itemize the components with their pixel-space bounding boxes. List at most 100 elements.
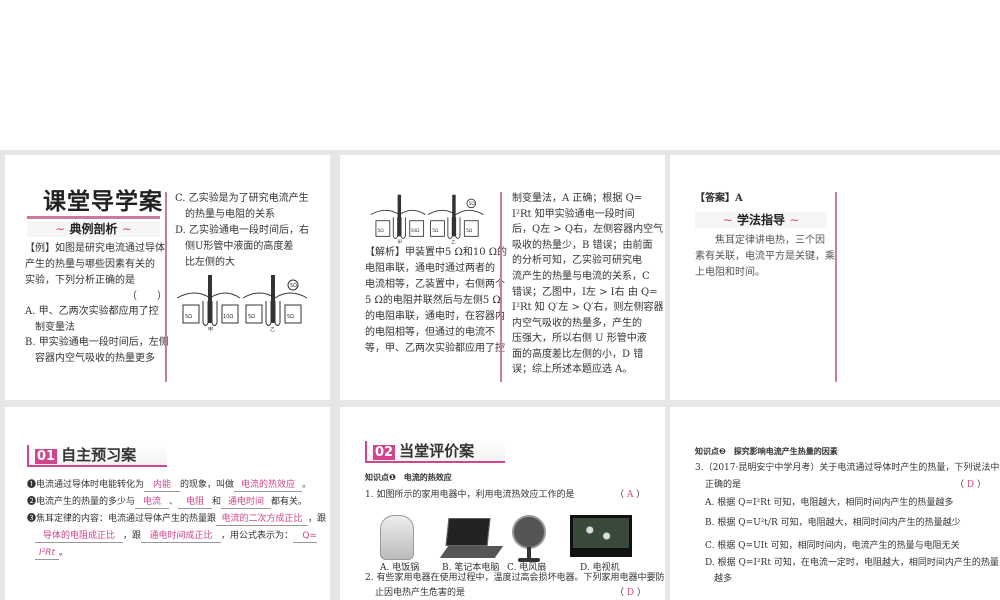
option-d-cont: 越多	[705, 574, 733, 584]
option-b: B. 甲实验通电一段时间后，左侧	[25, 337, 169, 348]
answer-blank: 内能	[144, 479, 181, 492]
answer-blank: 电流	[135, 496, 170, 509]
answer-blank: 通电时间成正比	[141, 530, 222, 543]
question-2: 2. 有些家用电器在使用过程中，温度过高会损坏电器。下列家用电器中要防	[365, 573, 665, 583]
text: ，用公式表示为：	[221, 531, 294, 541]
slide-thumbnail-5[interactable]: 02 当堂评价案 知识点❶ 电流的热效应 1. 如图所示的家用电器中，利用电流热效…	[340, 407, 665, 600]
diagram-label: 5Ω	[466, 228, 473, 234]
diagram-label: 10Ω	[411, 228, 421, 234]
laptop-image	[439, 518, 504, 560]
text: 、	[169, 497, 179, 507]
text-line: 电流相等，乙装置中，右侧两个	[365, 279, 505, 290]
question-1: ❶电流通过导体时电能转化为 内能 的现象，叫做 电流的热效应。	[27, 479, 311, 492]
text-line: 【例】如图是研究电流通过导体	[25, 243, 165, 254]
section-banner: ∼ 典例剖析 ∼	[27, 221, 160, 237]
text: ❸焦耳定律的内容：电流通过导体产生的热量跟	[27, 514, 217, 524]
text-line: I²Rt 知 Q′左 > Q′右，则左侧容器	[512, 302, 664, 313]
question-3-cont: 导体的电阻成正比 ，跟 通电时间成正比 ，用公式表示为： Q=	[35, 530, 318, 543]
slide-thumbnail-6[interactable]: 知识点❷ 探究影响电流产生热量的因素 3.（2017·昆明安宁中学月考）关于电流…	[670, 407, 1000, 600]
text: 。	[59, 548, 69, 558]
text-line: 上电阻和时间。	[695, 267, 765, 278]
experiment-diagram: 5Ω 10Ω 5Ω 5Ω 5Ω 甲 乙	[370, 194, 484, 245]
text-line: 的热量与电阻的关系	[175, 209, 275, 220]
diagram-label: 5Ω	[185, 314, 192, 320]
text-line: 面的高度差比左侧的小，D 错	[512, 349, 644, 360]
text-line: 误；综上所述本题应选 A。	[512, 364, 633, 375]
answer-blank: I²Rt	[35, 547, 59, 560]
slide-thumbnail-1[interactable]: 课堂导学案 ∼ 典例剖析 ∼ 【例】如图是研究电流通过导体 产生的热量与哪些因素…	[5, 155, 330, 400]
text: 都有关。	[271, 497, 308, 507]
slide-thumbnail-4[interactable]: 01 自主预习案 ❶电流通过导体时电能转化为 内能 的现象，叫做 电流的热效应。 ❷电流…	[5, 407, 330, 600]
column-divider	[165, 192, 167, 382]
section-number: 02	[373, 445, 396, 460]
answer-blank: Q=	[293, 530, 318, 543]
column-divider	[500, 192, 502, 382]
text-line: 容器内空气吸收的热量更多	[25, 353, 155, 364]
slide-thumbnail-3[interactable]: 【答案】A ∼ 学法指导 ∼ 焦耳定律讲电热，三个因 素有关联，电流平方是关键，…	[670, 155, 1000, 400]
section-title: 当堂评价案	[399, 442, 475, 460]
answer-blank: 导体的电阻成正比	[35, 530, 123, 543]
option-c: C. 乙实验是为了研究电流产生	[175, 193, 309, 204]
question-2-cont: 止因电热产生危害的是	[375, 588, 466, 598]
knowledge-point-heading: 知识点❷ 探究影响电流产生热量的因素	[695, 447, 838, 456]
text: ❶电流通过导体时电能转化为	[27, 480, 145, 490]
fan-image	[512, 515, 546, 563]
option-a: A. 根据 Q=I²Rt 可知，电阻越大，相同时间内产生的热量越多	[705, 498, 954, 508]
text-line: 焦耳定律讲电热，三个因	[695, 235, 825, 246]
question-3-cont: 正确的是	[705, 480, 742, 490]
text-line: 【解析】甲装置中5 Ω和10 Ω的	[365, 247, 508, 258]
text-line: 的电阻相等，但通过的电流不	[365, 327, 495, 338]
diagram-label: 甲	[398, 239, 402, 245]
diagram-label: 10Ω	[223, 314, 233, 320]
answer-bracket: （ D ）	[615, 588, 646, 598]
question-3: ❸焦耳定律的内容：电流通过导体产生的热量跟 电流的二次方成正比 ，跟	[27, 513, 326, 526]
diagram-label: 5Ω	[287, 314, 294, 320]
section-banner: ∼ 学法指导 ∼	[695, 212, 827, 228]
slide-thumbnail-2[interactable]: 5Ω 10Ω 5Ω 5Ω 5Ω 甲 乙 【解析】甲装置中5 Ω和10 Ω的 电阻…	[340, 155, 665, 400]
text: ，跟	[123, 531, 142, 541]
section-header: 02 当堂评价案	[365, 441, 505, 463]
diagram-label: 5Ω	[432, 228, 439, 234]
answer-blank: 电流的热效应	[234, 479, 303, 492]
text-line: 比左侧的大	[175, 257, 235, 268]
title-underline	[27, 216, 160, 219]
answer-blank: 电流的二次方成正比	[216, 513, 309, 526]
text-line: 素有关联，电流平方是关键，乘	[695, 251, 835, 262]
option-d: D. 乙实验通电一段时间后，右	[175, 225, 310, 236]
text-line: 后，Q左 > Q右，左侧容器内空气	[512, 224, 664, 235]
diagram-label: 5Ω	[290, 283, 297, 289]
text-line: 制变量法，A 正确；根据 Q=	[512, 193, 643, 204]
text: 的现象，叫做	[180, 480, 235, 490]
answer-value: D	[626, 588, 635, 598]
option-a: A. 甲、乙两次实验都应用了控	[25, 306, 159, 317]
diagram-label: 5Ω	[469, 201, 476, 207]
text-line: 侧U形管中液面的高度差	[175, 241, 294, 252]
answer-bracket: （ ）	[127, 291, 167, 302]
text-line: 错误；乙图中，I左 > I右 由 Q=	[512, 287, 658, 298]
option-d: D. 根据 Q=I²Rt 可知，在电流一定时，电阻越大，相同时间内产生的热量	[705, 558, 999, 568]
answer-value: A	[626, 490, 634, 500]
column-divider	[835, 192, 837, 382]
text-line: 流产生的热量与电流的关系，C	[512, 271, 650, 282]
section-title: 自主预习案	[61, 446, 137, 464]
answer-label: 【答案】A	[695, 193, 743, 204]
diagram-label: 5Ω	[378, 228, 385, 234]
text-line: 实验，下列分析正确的是	[25, 275, 135, 286]
text: ，跟	[308, 514, 327, 524]
answer-blank: 通电时间	[221, 496, 272, 509]
text: 。	[302, 480, 312, 490]
diagram-label: 乙	[451, 238, 456, 245]
text-line: 内空气吸收的热量多，产生的	[512, 318, 642, 329]
diagram-label: 甲	[208, 327, 213, 333]
question-2: ❷电流产生的热量的多少与 电流、电阻和通电时间 都有关。	[27, 496, 307, 509]
text-line: 的分析可知，乙实验可研究电	[512, 255, 642, 266]
text: 和	[212, 497, 222, 507]
question-3-cont: I²Rt。	[35, 547, 68, 560]
knowledge-point-heading: 知识点❶ 电流的热效应	[365, 473, 452, 482]
question-3: 3.（2017·昆明安宁中学月考）关于电流通过导体时产生的热量，下列说法中	[695, 463, 1000, 473]
answer-bracket: （ D ）	[955, 480, 986, 490]
section-header: 01 自主预习案	[27, 445, 167, 467]
page-title: 课堂导学案	[43, 188, 163, 215]
answer-blank: 电阻	[178, 496, 213, 509]
text-line: 吸收的热量少，B 错误；由前面	[512, 240, 653, 251]
